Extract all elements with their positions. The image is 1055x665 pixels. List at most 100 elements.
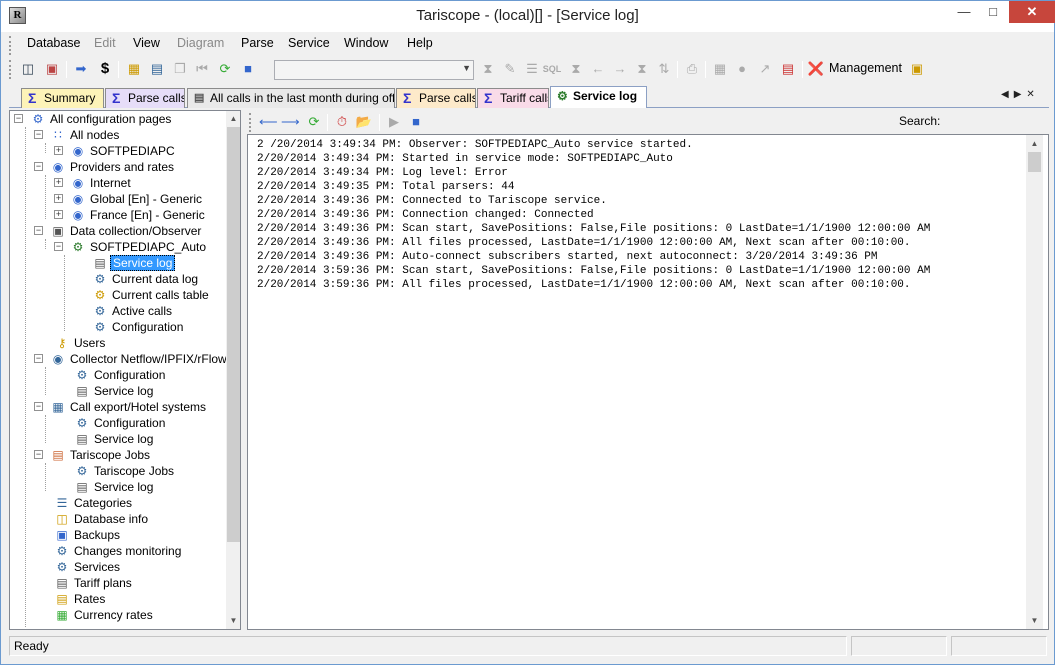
new-page-icon[interactable]: ▦ xyxy=(125,60,143,78)
collapse-icon[interactable]: − xyxy=(34,162,43,171)
report-icon: ▤ xyxy=(194,92,205,104)
tab-prev-icon[interactable]: ◀ xyxy=(1001,89,1014,100)
scroll-thumb[interactable] xyxy=(227,127,240,542)
management-button[interactable]: Management xyxy=(829,61,902,75)
print-icon[interactable]: ⎙ xyxy=(683,60,701,78)
sigma-icon: Σ xyxy=(112,90,121,106)
play-icon[interactable]: ▶ xyxy=(385,113,403,131)
menu-help[interactable]: Help xyxy=(407,36,433,50)
tree-line xyxy=(64,255,65,331)
toolbar-separator xyxy=(379,114,380,131)
server-icon: ▣ xyxy=(52,224,64,238)
maximize-button[interactable]: □ xyxy=(979,1,1007,23)
no-filter-icon[interactable]: ⧗ xyxy=(633,60,651,78)
categories-icon: ☰ xyxy=(56,496,68,510)
sql-icon[interactable]: SQL xyxy=(539,60,565,78)
configuration-tree[interactable]: − ⚙ All configuration pages − ∷ All node… xyxy=(9,110,241,630)
gear-icon: ⚙ xyxy=(94,320,106,334)
collapse-icon[interactable]: − xyxy=(34,450,43,459)
menu-service[interactable]: Service xyxy=(288,36,330,50)
scroll-down-icon[interactable]: ▼ xyxy=(1026,612,1043,629)
log-scrollbar[interactable]: ▲ ▼ xyxy=(1026,135,1043,629)
expand-icon[interactable]: + xyxy=(54,194,63,203)
refresh-icon[interactable]: ⟳ xyxy=(216,60,234,78)
menu-grip[interactable] xyxy=(9,36,12,55)
back-icon[interactable]: ⟵ xyxy=(259,113,278,131)
first-record-icon[interactable]: ⏮ xyxy=(193,60,211,78)
scroll-down-icon[interactable]: ▼ xyxy=(226,613,240,629)
service-log-view[interactable]: 2 /20/2014 3:49:34 PM: Observer: SOFTPED… xyxy=(247,134,1049,630)
log-line: 2/20/2014 3:59:36 PM: All files processe… xyxy=(257,279,911,291)
forward-icon[interactable]: ⟶ xyxy=(281,113,300,131)
tab-navigation[interactable]: ◀▶✕ xyxy=(1001,89,1040,100)
tab-label: Parse calls xyxy=(419,91,476,105)
collapse-icon[interactable]: − xyxy=(34,354,43,363)
close-button[interactable]: ✕ xyxy=(1009,1,1055,23)
import-icon[interactable]: ▣ xyxy=(43,60,61,78)
log-line: 2/20/2014 3:49:36 PM: Auto-connect subsc… xyxy=(257,251,878,263)
globe-icon: ◉ xyxy=(72,192,84,206)
tools-icon[interactable]: ❌ xyxy=(807,60,825,78)
table-icon[interactable]: ▤ xyxy=(148,60,166,78)
pie-chart-icon[interactable]: ● xyxy=(733,60,751,78)
search-input[interactable] xyxy=(943,111,1043,131)
menu-diagram[interactable]: Diagram xyxy=(177,36,224,50)
scroll-up-icon[interactable]: ▲ xyxy=(226,111,240,127)
stop-icon[interactable]: ■ xyxy=(239,60,257,78)
lock-icon[interactable]: ▣ xyxy=(908,60,926,78)
collapse-icon[interactable]: − xyxy=(14,114,23,123)
database-icon[interactable]: ◫ xyxy=(19,60,37,78)
export-icon[interactable]: ➡ xyxy=(72,60,90,78)
report-icon[interactable]: ▤ xyxy=(779,60,797,78)
toolbar-grip[interactable] xyxy=(9,60,12,79)
expand-icon[interactable]: + xyxy=(54,210,63,219)
tree-scrollbar[interactable]: ▲ ▼ xyxy=(226,111,240,629)
menu-edit[interactable]: Edit xyxy=(94,36,116,50)
collapse-icon[interactable]: − xyxy=(34,130,43,139)
dollar-icon[interactable]: $ xyxy=(96,60,114,78)
window-title: Tariscope - (local)[] - [Service log] xyxy=(416,7,639,24)
filter-icon[interactable]: ⧗ xyxy=(479,60,497,78)
tab-all-calls[interactable]: ▤ All calls in the last month during off… xyxy=(187,88,395,108)
tab-tariff-calls[interactable]: Σ Tariff calls xyxy=(477,88,549,108)
menu-view[interactable]: View xyxy=(133,36,160,50)
line-chart-icon[interactable]: ↗ xyxy=(756,60,774,78)
expand-icon[interactable]: + xyxy=(54,178,63,187)
scroll-up-icon[interactable]: ▲ xyxy=(1026,135,1043,152)
menu-parse[interactable]: Parse xyxy=(241,36,274,50)
tree-line xyxy=(45,143,46,153)
node-combo[interactable]: ▼ xyxy=(274,60,474,80)
collector-icon: ◉ xyxy=(52,352,64,366)
log-toolbar-grip[interactable] xyxy=(249,113,252,132)
collapse-icon[interactable]: − xyxy=(54,242,63,251)
tab-summary[interactable]: Σ Summary xyxy=(21,88,104,108)
monitor-icon: ⚙ xyxy=(56,544,68,558)
collapse-icon[interactable]: − xyxy=(34,226,43,235)
minimize-button[interactable]: — xyxy=(950,1,978,23)
open-folder-icon[interactable]: 📂 xyxy=(355,113,373,131)
tab-parse-calls[interactable]: Σ Parse calls xyxy=(105,88,185,108)
copy-icon[interactable]: ❐ xyxy=(171,60,189,78)
log-line: 2/20/2014 3:49:35 PM: Total parsers: 44 xyxy=(257,181,515,193)
tab-close-icon[interactable]: ✕ xyxy=(1026,89,1039,100)
expand-icon[interactable]: + xyxy=(54,146,63,155)
collapse-icon[interactable]: − xyxy=(34,402,43,411)
grid-icon[interactable]: ▦ xyxy=(711,60,729,78)
tree-line xyxy=(45,239,46,249)
tab-parse-calls-2[interactable]: Σ Parse calls xyxy=(396,88,476,108)
menu-database[interactable]: Database xyxy=(27,36,81,50)
tab-service-log[interactable]: ⚙ Service log xyxy=(550,86,647,108)
forward-icon[interactable]: → xyxy=(611,60,629,78)
globe-icon: ⚙ xyxy=(32,112,44,126)
edit-filter-icon[interactable]: ✎ xyxy=(501,60,519,78)
scroll-thumb[interactable] xyxy=(1028,152,1041,172)
stop-icon[interactable]: ■ xyxy=(407,113,425,131)
refresh-icon[interactable]: ⟳ xyxy=(305,113,323,131)
sort-icon[interactable]: ⇅ xyxy=(655,60,673,78)
back-icon[interactable]: ← xyxy=(589,60,607,78)
tab-next-icon[interactable]: ▶ xyxy=(1014,89,1027,100)
clear-filter-icon[interactable]: ⧗ xyxy=(567,60,585,78)
log-line: 2/20/2014 3:49:36 PM: Connection changed… xyxy=(257,209,594,221)
clock-icon[interactable]: ⏱ xyxy=(333,113,351,131)
menu-window[interactable]: Window xyxy=(344,36,388,50)
